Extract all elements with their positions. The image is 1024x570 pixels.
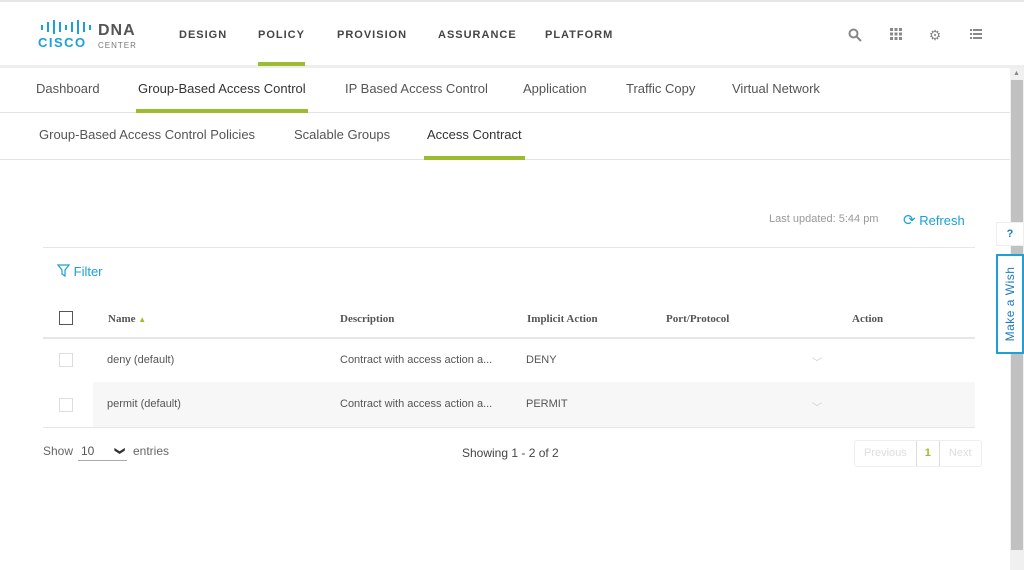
next-button[interactable]: Next (940, 441, 981, 466)
refresh-label: Refresh (919, 213, 965, 228)
tab-ip-based-access-control[interactable]: IP Based Access Control (345, 68, 488, 113)
nav-policy[interactable]: POLICY (258, 2, 305, 68)
divider (43, 247, 975, 248)
apps-grid-icon[interactable] (889, 28, 903, 42)
row-description: Contract with access action a... (340, 398, 493, 410)
make-a-wish-label: Make a Wish (1003, 266, 1017, 342)
help-button[interactable]: ? (996, 222, 1024, 246)
page-size-select[interactable]: 10 ❯ (78, 441, 127, 461)
gear-icon[interactable]: ⚙ (928, 28, 942, 42)
show-label: Show (43, 444, 74, 458)
row-implicit-action: DENY (526, 354, 557, 366)
column-name-label: Name (108, 313, 136, 325)
row-name[interactable]: deny (default) (107, 354, 174, 366)
column-header-implicit-action[interactable]: Implicit Action (527, 313, 598, 325)
tab-dashboard[interactable]: Dashboard (36, 68, 100, 113)
cisco-dna-logo[interactable]: CISCO DNA CENTER (38, 20, 136, 50)
row-implicit-action: PERMIT (526, 398, 568, 410)
nav-assurance[interactable]: ASSURANCE (438, 2, 517, 68)
refresh-icon: ⟳ (903, 212, 916, 229)
tab-traffic-copy[interactable]: Traffic Copy (626, 68, 695, 113)
nav-platform[interactable]: PLATFORM (545, 2, 613, 68)
column-header-action: Action (852, 313, 884, 325)
chevron-down-icon[interactable]: ﹀ (812, 399, 822, 414)
tab-group-based-access-control[interactable]: Group-Based Access Control (136, 68, 308, 113)
main-tabs: Dashboard Group-Based Access Control IP … (0, 68, 1010, 113)
select-all-checkbox[interactable] (59, 311, 73, 325)
top-header: CISCO DNA CENTER DESIGN POLICY PROVISION… (0, 0, 1024, 68)
chevron-down-icon[interactable]: ﹀ (812, 354, 822, 369)
list-icon[interactable] (969, 28, 983, 42)
subtab-scalable-groups[interactable]: Scalable Groups (294, 113, 390, 160)
page-1-button[interactable]: 1 (915, 441, 940, 466)
showing-count: Showing 1 - 2 of 2 (462, 446, 559, 460)
table-row: deny (default) Contract with access acti… (43, 338, 975, 383)
sub-tabs: Group-Based Access Control Policies Scal… (0, 113, 1010, 160)
nav-provision[interactable]: PROVISION (337, 2, 407, 68)
tab-application[interactable]: Application (523, 68, 587, 113)
row-description: Contract with access action a... (340, 354, 493, 366)
cisco-wordmark: CISCO (38, 35, 87, 50)
filter-icon (56, 264, 71, 278)
scroll-up-icon[interactable]: ▲ (1013, 70, 1020, 77)
column-header-port-protocol[interactable]: Port/Protocol (666, 313, 729, 325)
pagination: Previous 1 Next (854, 440, 982, 467)
search-icon[interactable] (848, 28, 862, 42)
refresh-button[interactable]: ⟳ Refresh (903, 211, 965, 229)
table-row: permit (default) Contract with access ac… (93, 382, 975, 427)
row-checkbox[interactable] (59, 398, 73, 412)
row-checkbox[interactable] (59, 353, 73, 367)
chevron-down-icon: ❯ (113, 446, 125, 456)
product-name: DNA (98, 22, 136, 39)
page-size-value: 10 (81, 444, 95, 458)
subtab-policies[interactable]: Group-Based Access Control Policies (39, 113, 255, 160)
make-a-wish-button[interactable]: Make a Wish (996, 254, 1024, 354)
nav-design[interactable]: DESIGN (179, 2, 227, 68)
filter-button[interactable]: Filter (56, 264, 103, 279)
row-name[interactable]: permit (default) (107, 398, 181, 410)
product-sub: CENTER (98, 41, 137, 50)
table-bottom-divider (43, 427, 975, 428)
last-updated: Last updated: 5:44 pm (769, 213, 879, 225)
cisco-logo-bars (41, 20, 91, 34)
entries-label: entries (133, 444, 170, 458)
subtab-access-contract[interactable]: Access Contract (424, 113, 525, 160)
column-header-name[interactable]: Name ▲ (108, 313, 146, 325)
sort-asc-icon: ▲ (138, 315, 147, 324)
previous-button[interactable]: Previous (855, 441, 916, 466)
tab-virtual-network[interactable]: Virtual Network (732, 68, 820, 113)
filter-label: Filter (73, 264, 103, 279)
column-header-description[interactable]: Description (340, 313, 394, 325)
